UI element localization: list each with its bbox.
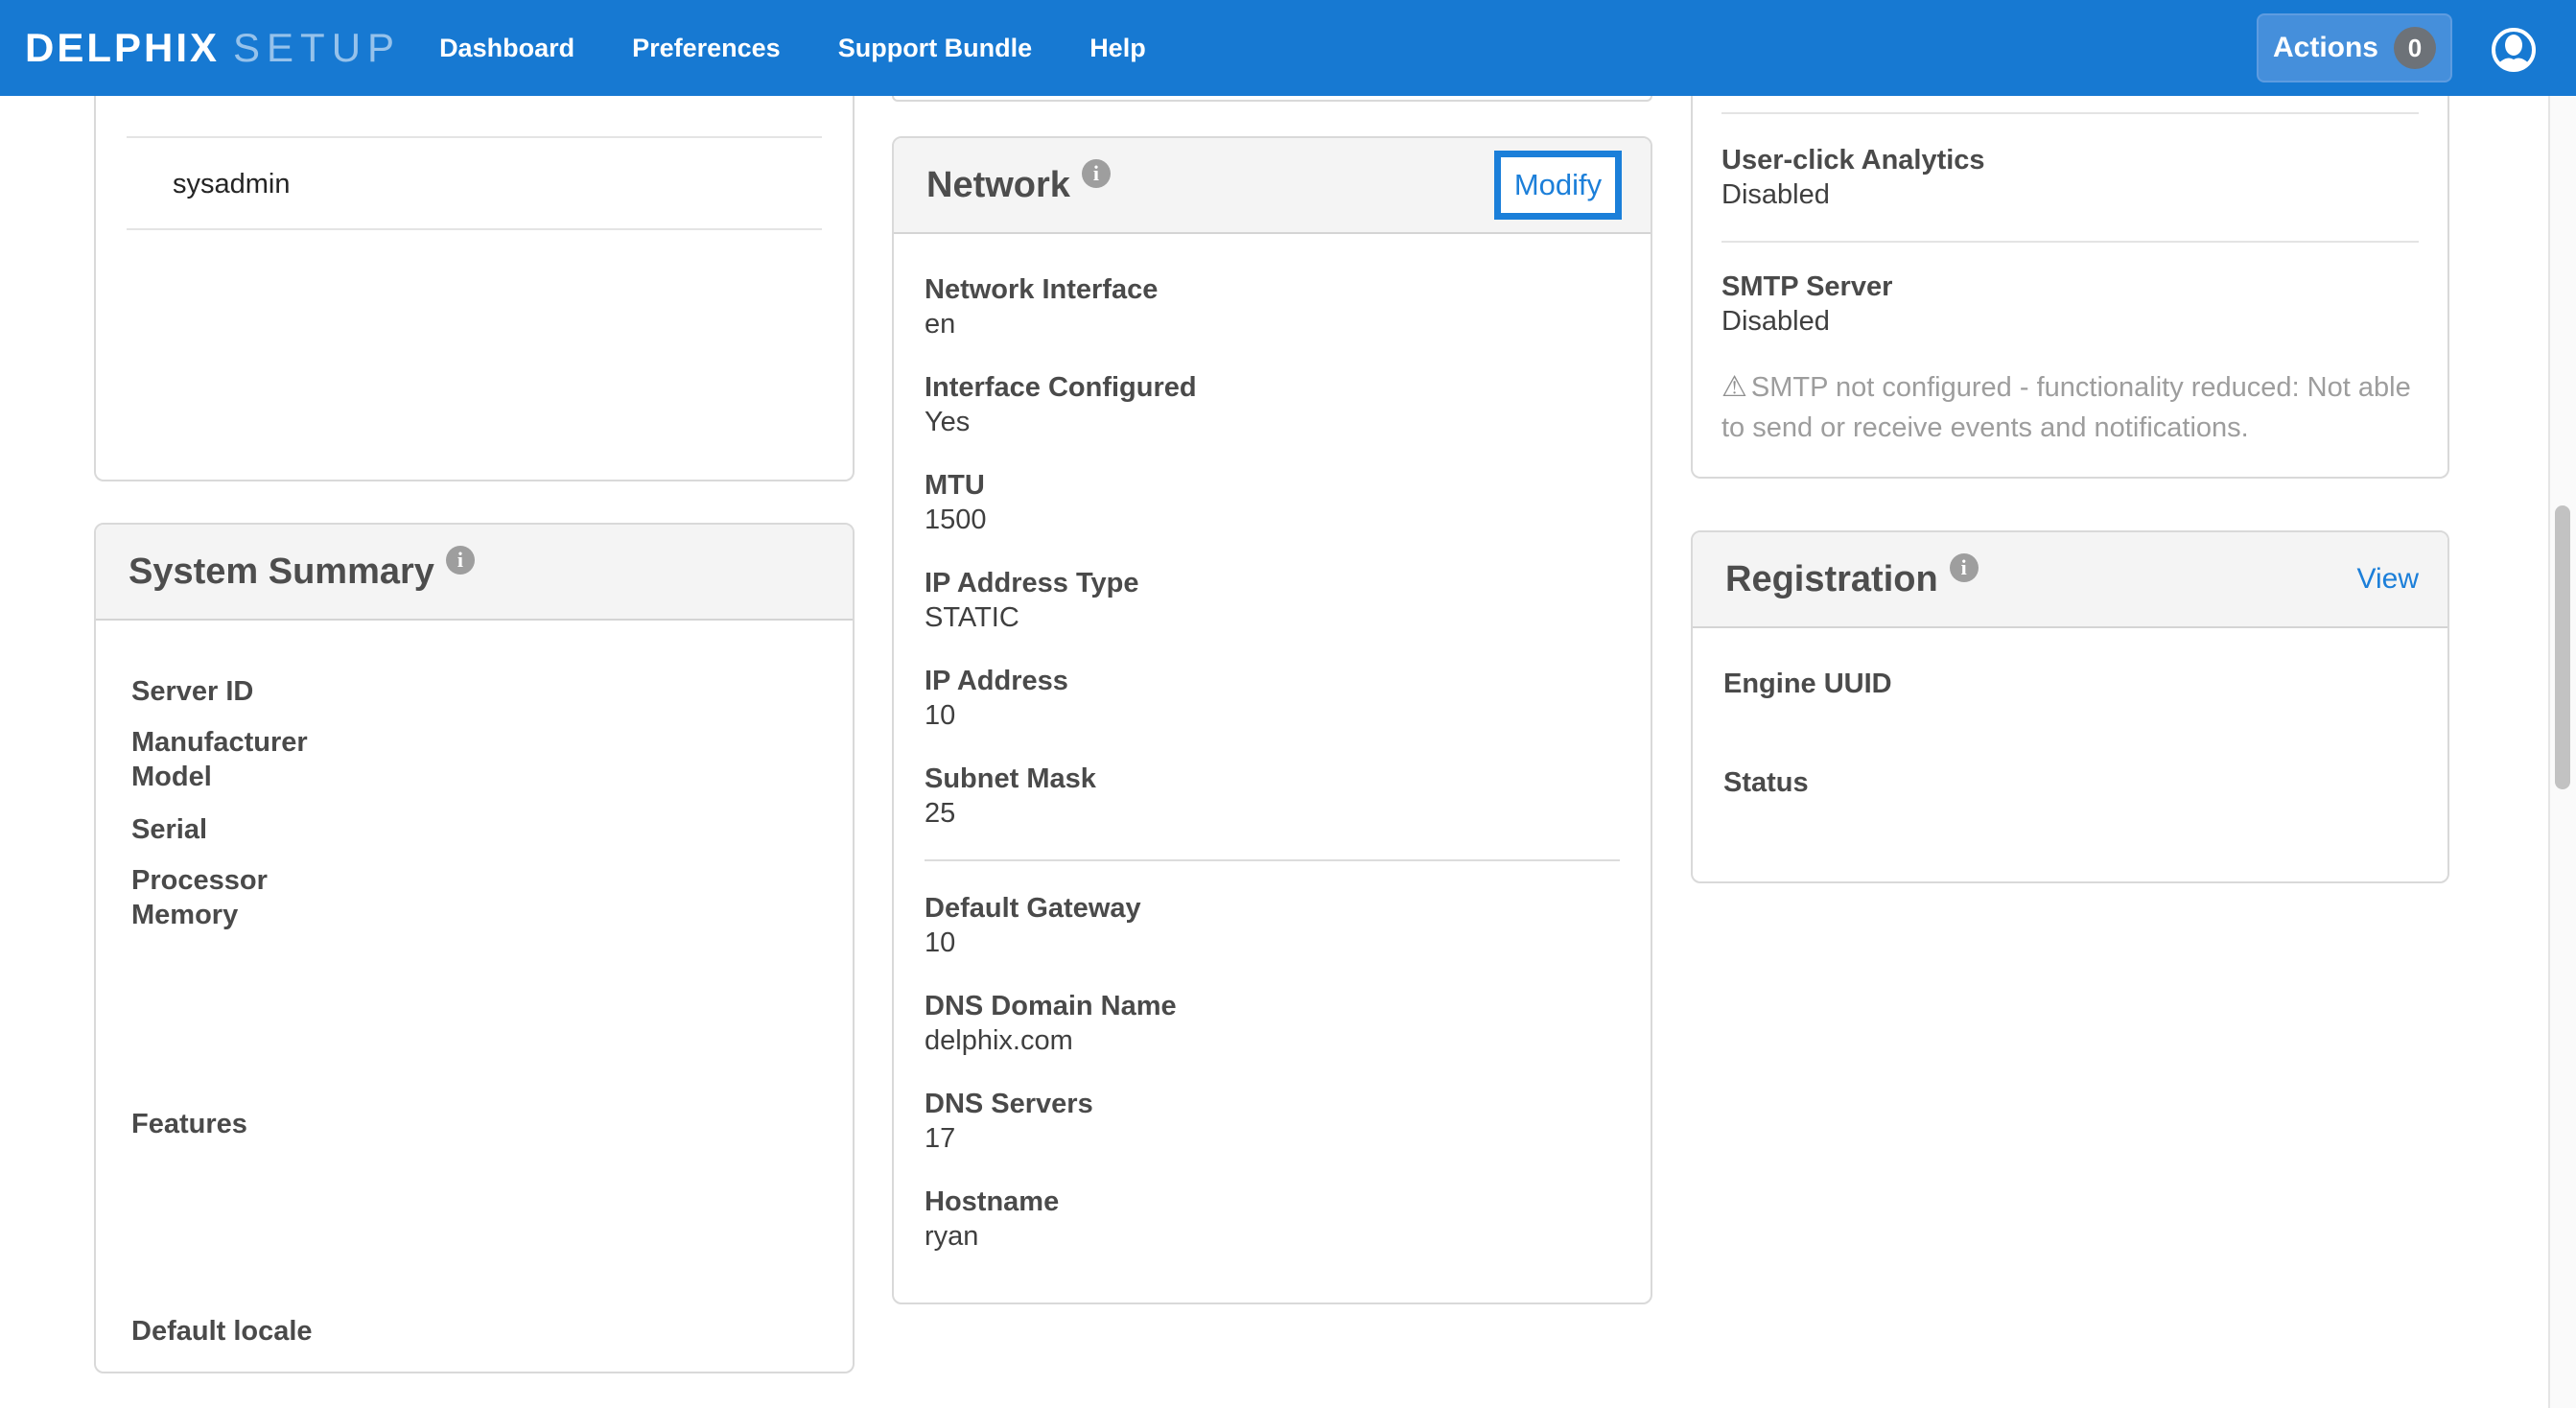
field-label-serial: Serial <box>131 812 207 847</box>
warning-icon: ⚠ <box>1721 371 1747 403</box>
network-card: Network i Modify Network Interface en In… <box>892 136 1652 1304</box>
field-label: MTU <box>925 468 1620 503</box>
divider <box>925 859 1620 861</box>
field-value: Disabled <box>1721 304 2419 339</box>
field-value: STATIC <box>925 600 1620 635</box>
nav-links: Dashboard Preferences Support Bundle Hel… <box>439 34 1146 63</box>
field-smtp-server: SMTP Server Disabled <box>1721 270 2419 339</box>
logo-primary-text: DELPHIX <box>25 25 220 70</box>
info-icon[interactable]: i <box>1082 159 1111 188</box>
nav-item-preferences[interactable]: Preferences <box>632 34 781 63</box>
system-summary-header: System Summary i <box>96 525 853 621</box>
field-label: Subnet Mask <box>925 762 1620 796</box>
network-header: Network i Modify <box>894 138 1651 234</box>
field-label: DNS Domain Name <box>925 989 1620 1023</box>
field-label: Interface Configured <box>925 370 1620 405</box>
logo-secondary-text: SETUP <box>233 25 401 70</box>
field-value: ryan <box>925 1219 1620 1254</box>
field-label-status: Status <box>1723 765 2417 800</box>
field-dns-servers: DNS Servers 17 <box>925 1087 1620 1156</box>
field-label-engine-uuid: Engine UUID <box>1723 667 2417 701</box>
scrollbar-track[interactable] <box>2548 96 2576 1408</box>
field-mtu: MTU 1500 <box>925 468 1620 537</box>
field-value: 17 <box>925 1121 1620 1156</box>
status-card-body: User-click Analytics Disabled SMTP Serve… <box>1693 112 2447 448</box>
status-card: User-click Analytics Disabled SMTP Serve… <box>1691 96 2449 479</box>
system-summary-card: System Summary i Server ID Manufacturer … <box>94 523 855 1373</box>
field-label-features: Features <box>131 1107 247 1141</box>
scrollbar-thumb[interactable] <box>2555 505 2570 789</box>
field-label: Default Gateway <box>925 891 1620 926</box>
users-card: sysadmin <box>94 96 855 481</box>
field-ip-address-type: IP Address Type STATIC <box>925 566 1620 635</box>
delphix-logo: DELPHIX SETUP <box>25 25 401 71</box>
field-interface-configured: Interface Configured Yes <box>925 370 1620 439</box>
person-icon <box>2491 27 2537 73</box>
actions-button[interactable]: Actions 0 <box>2257 13 2452 82</box>
field-label: SMTP Server <box>1721 270 2419 304</box>
actions-count-badge: 0 <box>2394 27 2436 69</box>
field-user-click-analytics: User-click Analytics Disabled <box>1721 143 2419 212</box>
system-summary-title: System Summary <box>129 551 434 593</box>
field-label-processor: Processor <box>131 863 268 898</box>
field-ip-address: IP Address 10 <box>925 664 1620 733</box>
field-value: Yes <box>925 405 1620 439</box>
field-value: delphix.com <box>925 1023 1620 1058</box>
user-avatar-icon[interactable] <box>2491 27 2537 73</box>
nav-item-dashboard[interactable]: Dashboard <box>439 34 574 63</box>
field-label: IP Address Type <box>925 566 1620 600</box>
field-label: Network Interface <box>925 272 1620 307</box>
divider <box>1721 241 2419 243</box>
smtp-warning-message: ⚠SMTP not configured - functionality red… <box>1721 367 2419 448</box>
field-dns-domain-name: DNS Domain Name delphix.com <box>925 989 1620 1058</box>
field-label-memory: Memory <box>131 898 238 932</box>
username-sysadmin[interactable]: sysadmin <box>173 167 822 201</box>
network-body: Network Interface en Interface Configure… <box>894 234 1651 1254</box>
field-value: 25 <box>925 796 1620 831</box>
actions-button-label: Actions <box>2273 32 2378 64</box>
field-value: Disabled <box>1721 177 2419 212</box>
divider <box>127 136 822 138</box>
top-navbar: DELPHIX SETUP Dashboard Preferences Suppo… <box>0 0 2576 96</box>
field-network-interface: Network Interface en <box>925 272 1620 341</box>
divider <box>1721 112 2419 114</box>
network-title: Network <box>926 165 1070 206</box>
field-hostname: Hostname ryan <box>925 1185 1620 1254</box>
field-value: 10 <box>925 698 1620 733</box>
registration-card: Registration i View Engine UUID Status <box>1691 530 2449 883</box>
field-value: 1500 <box>925 503 1620 537</box>
registration-body: Engine UUID Status <box>1693 628 2447 800</box>
info-icon[interactable]: i <box>446 546 475 575</box>
divider <box>127 228 822 230</box>
info-icon[interactable]: i <box>1950 553 1979 582</box>
nav-item-support-bundle[interactable]: Support Bundle <box>838 34 1032 63</box>
field-label: IP Address <box>925 664 1620 698</box>
field-label: Hostname <box>925 1185 1620 1219</box>
warning-text: SMTP not configured - functionality redu… <box>1721 372 2411 443</box>
field-label-model: Model <box>131 760 212 794</box>
modify-button[interactable]: Modify <box>1494 151 1622 220</box>
cutoff-card-bottom-edge <box>892 96 1652 102</box>
modify-button-label: Modify <box>1514 168 1602 202</box>
field-label-server-id: Server ID <box>131 674 253 709</box>
field-label: User-click Analytics <box>1721 143 2419 177</box>
field-subnet-mask: Subnet Mask 25 <box>925 762 1620 831</box>
field-label: DNS Servers <box>925 1087 1620 1121</box>
field-default-gateway: Default Gateway 10 <box>925 891 1620 960</box>
field-value: 10 <box>925 926 1620 960</box>
registration-title: Registration <box>1725 559 1938 600</box>
registration-header: Registration i View <box>1693 532 2447 628</box>
field-label-manufacturer: Manufacturer <box>131 725 308 760</box>
nav-item-help[interactable]: Help <box>1089 34 1146 63</box>
view-link[interactable]: View <box>2357 563 2419 596</box>
field-value: en <box>925 307 1620 341</box>
field-label-default-locale: Default locale <box>131 1314 313 1349</box>
